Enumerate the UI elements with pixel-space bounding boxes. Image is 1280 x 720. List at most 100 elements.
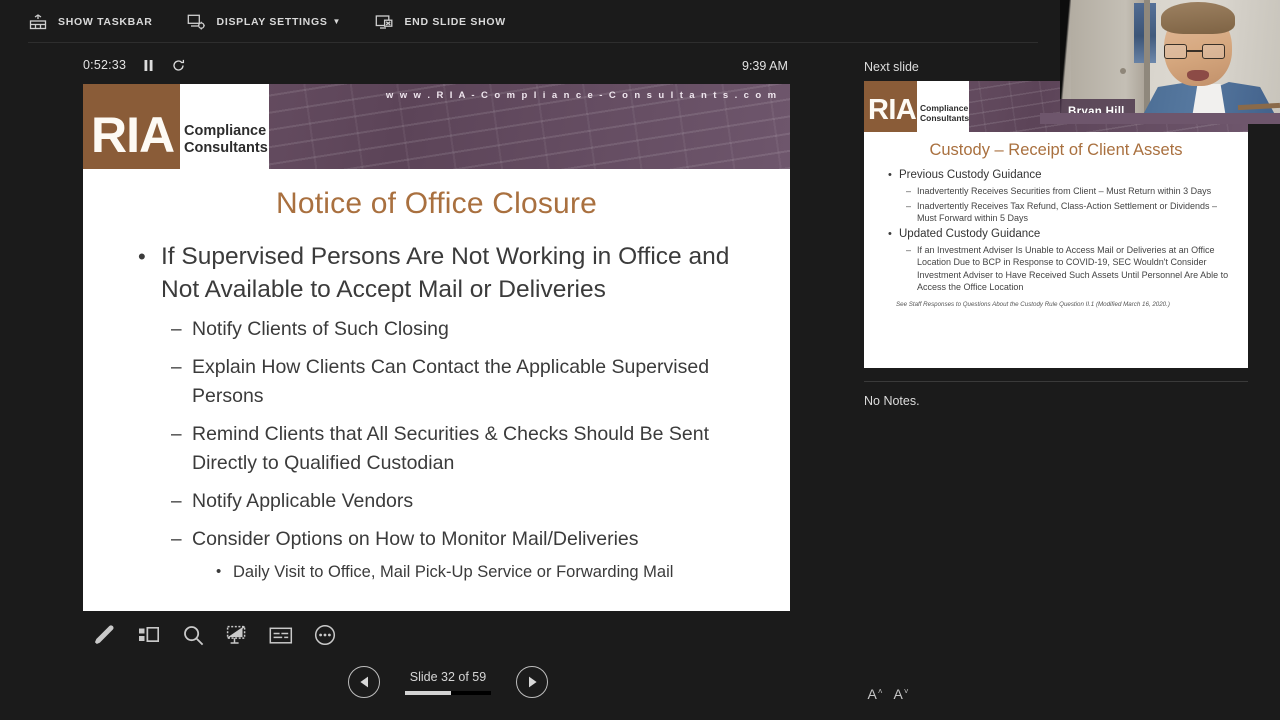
preview-bullet-level1: • Updated Custody Guidance	[888, 227, 1238, 242]
preview-ria-logo-text: RIA	[868, 94, 917, 126]
slide-tools-bar	[83, 617, 347, 653]
slide-counter: Slide 32 of 59	[409, 669, 487, 684]
banner-website-url: w w w . R I A - C o m p l i a n c e - C …	[385, 90, 778, 101]
logo-line-consultants: Consultants	[184, 140, 268, 156]
bullet-level2: – Consider Options on How to Monitor Mai…	[171, 525, 790, 554]
presenter-view-window: SHOW TASKBAR DISPLAY SETTINGS ▼ END SLID…	[0, 0, 1280, 720]
bullet-text: Inadvertently Receives Securities from C…	[917, 186, 1212, 196]
next-slide-button[interactable]	[516, 666, 548, 698]
elapsed-time: 0:52:33	[83, 58, 127, 72]
next-slide-preview[interactable]: RIA Compliance Consultants Custody – Rec…	[864, 81, 1248, 368]
bullet-marker: –	[171, 529, 182, 550]
bullet-marker: •	[888, 169, 892, 181]
webcam-person-hair	[1161, 2, 1235, 34]
webcam-thumbnail[interactable]: Bryan Hill	[1060, 0, 1280, 124]
captions-icon[interactable]	[259, 617, 303, 653]
show-taskbar-label: SHOW TASKBAR	[58, 15, 153, 28]
zoom-icon[interactable]	[171, 617, 215, 653]
slide-navigation: Slide 32 of 59	[348, 666, 548, 698]
notes-divider	[864, 381, 1248, 382]
progress-fill	[405, 690, 452, 695]
progress-track[interactable]	[405, 690, 491, 695]
bullet-text: Notify Clients of Such Closing	[192, 318, 449, 340]
increase-font-letter: A	[867, 686, 877, 702]
bullet-level3: • Daily Visit to Office, Mail Pick-Up Se…	[216, 560, 790, 584]
timer-controls: 0:52:33	[83, 57, 186, 73]
webcam-glasses-right	[1202, 44, 1225, 59]
bullet-marker: –	[171, 319, 182, 340]
preview-footnote: See Staff Responses to Questions About t…	[896, 300, 1170, 308]
preview-ria-logo-subtext: Compliance Consultants	[920, 103, 969, 123]
bullet-level2: – Notify Clients of Such Closing	[171, 315, 790, 344]
end-slideshow-icon	[374, 12, 394, 32]
ria-logo-subtext: Compliance Consultants	[184, 123, 268, 157]
slide-progress: Slide 32 of 59	[392, 670, 504, 695]
bullet-marker: •	[138, 244, 146, 269]
webcam-person-mouth	[1187, 70, 1209, 81]
bullet-text: Notify Applicable Vendors	[192, 490, 414, 512]
webcam-glasses-left	[1164, 44, 1187, 59]
bullet-text: Inadvertently Receives Tax Refund, Class…	[917, 200, 1217, 224]
display-settings-button[interactable]: DISPLAY SETTINGS ▼	[187, 0, 341, 43]
bullet-marker: –	[906, 186, 912, 196]
bullet-marker: –	[171, 424, 182, 445]
arrow-down-icon: ˅	[903, 687, 909, 696]
bullet-marker: •	[888, 227, 892, 240]
preview-content: Custody – Receipt of Client Assets • Pre…	[864, 132, 1248, 309]
preview-bullet-level2: – Inadvertently Receives Tax Refund, Cla…	[906, 200, 1238, 225]
logo-line-compliance: Compliance	[184, 123, 267, 139]
bullet-text: Previous Custody Guidance	[899, 169, 1042, 181]
bullet-marker: •	[216, 563, 222, 580]
bullet-text: If Supervised Persons Are Not Working in…	[161, 243, 730, 303]
bullet-text: Consider Options on How to Monitor Mail/…	[192, 528, 639, 550]
increase-font-size-button[interactable]: A ˄	[862, 686, 888, 708]
webcam-overlay-ribbon	[1040, 113, 1280, 124]
slide-banner: RIA Compliance Consultants w w w . R I A…	[83, 84, 790, 169]
bullet-text: If an Investment Adviser Is Unable to Ac…	[917, 244, 1229, 293]
bullet-text: Remind Clients that All Securities & Che…	[192, 423, 710, 474]
bullet-level2: – Remind Clients that All Securities & C…	[171, 420, 790, 478]
bullet-text: Daily Visit to Office, Mail Pick-Up Serv…	[233, 563, 674, 581]
end-slide-show-button[interactable]: END SLIDE SHOW	[374, 0, 505, 43]
chevron-down-icon: ▼	[332, 17, 341, 26]
bullet-marker: –	[171, 357, 182, 378]
notes-font-controls: A ˄ A ˅	[862, 686, 914, 708]
decrease-font-letter: A	[893, 686, 903, 702]
preview-slide-title: Custody – Receipt of Client Assets	[929, 141, 1183, 159]
decrease-font-size-button[interactable]: A ˅	[888, 686, 914, 708]
current-slide[interactable]: RIA Compliance Consultants w w w . R I A…	[83, 84, 790, 611]
wall-clock: 9:39 AM	[742, 59, 788, 73]
notes-content: No Notes.	[864, 394, 920, 408]
next-slide-label: Next slide	[864, 60, 919, 74]
bullet-marker: –	[171, 491, 182, 512]
bullet-level2: – Explain How Clients Can Contact the Ap…	[171, 353, 790, 411]
more-options-icon[interactable]	[303, 617, 347, 653]
all-slides-icon[interactable]	[127, 617, 171, 653]
preview-bullet-level2: – Inadvertently Receives Securities from…	[906, 185, 1238, 198]
bullet-marker: –	[906, 244, 912, 255]
blank-screen-icon[interactable]	[215, 617, 259, 653]
previous-slide-button[interactable]	[348, 666, 380, 698]
show-taskbar-button[interactable]: SHOW TASKBAR	[28, 0, 153, 43]
bullet-level1: • If Supervised Persons Are Not Working …	[138, 240, 790, 306]
toolbar-divider	[28, 42, 1038, 43]
reset-timer-button[interactable]	[170, 57, 186, 73]
pause-timer-button[interactable]	[140, 57, 156, 73]
bullet-text: Updated Custody Guidance	[899, 227, 1041, 240]
bullet-text: Explain How Clients Can Contact the Appl…	[192, 356, 710, 407]
preview-bullet-level2: – If an Investment Adviser Is Unable to …	[906, 244, 1238, 294]
bullet-marker: –	[906, 200, 912, 211]
display-settings-label: DISPLAY SETTINGS	[216, 15, 328, 28]
bullet-level2: – Notify Applicable Vendors	[171, 487, 790, 516]
slide-title: Notice of Office Closure	[275, 187, 598, 220]
webcam-doorknob	[1120, 68, 1126, 74]
preview-logo-line-consultants: Consultants	[920, 113, 970, 123]
end-slide-show-label: END SLIDE SHOW	[404, 15, 506, 28]
arrow-up-icon: ˄	[877, 687, 883, 696]
ria-logo-text: RIA	[91, 107, 175, 163]
pen-icon[interactable]	[83, 617, 127, 653]
webcam-glasses-bridge	[1187, 50, 1202, 52]
slide-content: Notice of Office Closure • If Supervised…	[83, 169, 790, 584]
taskbar-icon	[28, 12, 48, 32]
display-settings-icon	[187, 12, 207, 32]
